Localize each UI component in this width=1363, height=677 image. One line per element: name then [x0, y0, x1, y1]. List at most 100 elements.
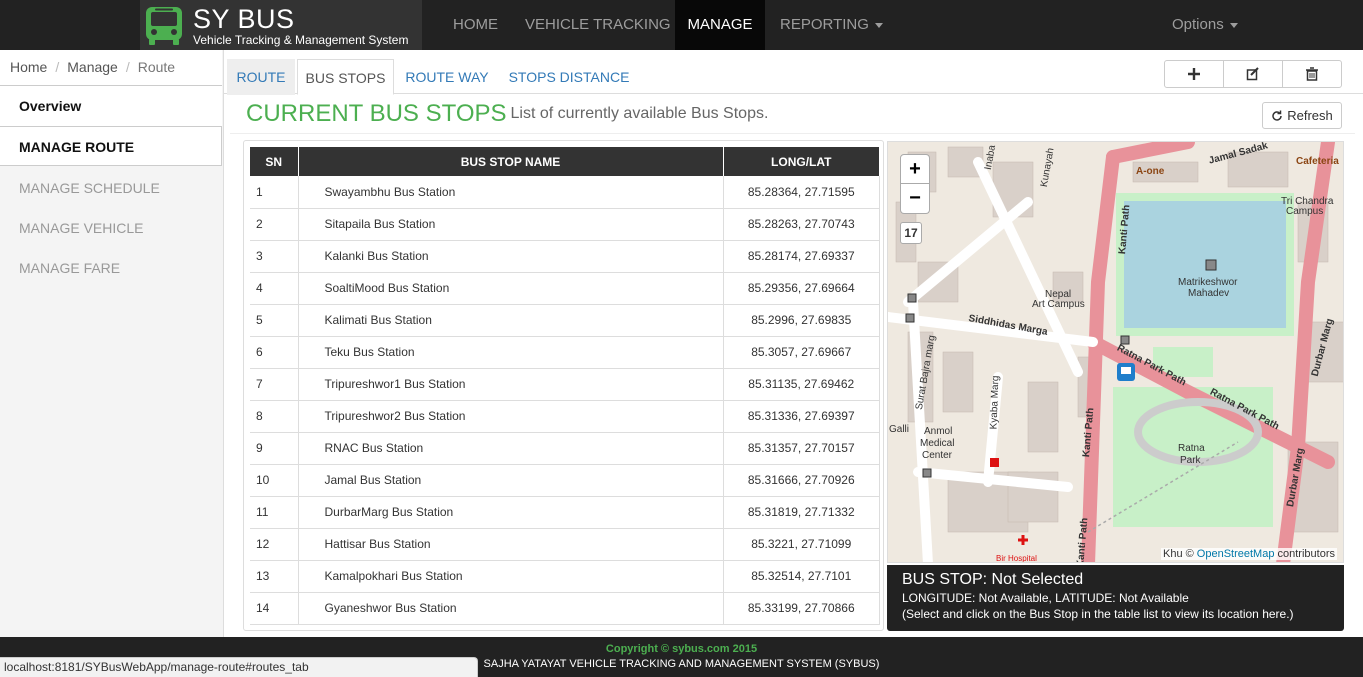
- cell-sn: 1: [250, 176, 299, 209]
- bus-stops-table-panel: SN BUS STOP NAME LONG/LAT 1 Swayambhu Bus…: [243, 140, 884, 631]
- map-label: Kyaba Marg: [988, 375, 1002, 430]
- map-label: Cafeteria: [1296, 156, 1339, 167]
- table-row[interactable]: 13 Kamalpokhari Bus Station 85.32514, 27.7…: [250, 560, 880, 593]
- cell-bus-stop-name: Hattisar Bus Station: [298, 528, 724, 561]
- tab-route-way[interactable]: ROUTE WAY: [404, 59, 490, 95]
- edit-button[interactable]: [1224, 61, 1283, 87]
- refresh-button[interactable]: Refresh: [1262, 102, 1342, 129]
- cell-bus-stop-name: Teku Bus Station: [298, 336, 724, 369]
- cell-sn: 13: [250, 560, 299, 593]
- cell-longlat: 85.2996, 27.69835: [723, 304, 880, 337]
- table-row[interactable]: 3 Kalanki Bus Station 85.28174, 27.69337: [250, 240, 880, 273]
- map-label: Matrikeshwor: [1178, 277, 1238, 288]
- sidebar-item-manage-fare[interactable]: MANAGE FARE: [0, 248, 222, 288]
- table-row[interactable]: 7 Tripureshwor1 Bus Station 85.31135, 27.6…: [250, 368, 880, 401]
- nav-reporting-label: REPORTING: [780, 16, 869, 33]
- cell-sn: 2: [250, 208, 299, 241]
- brand[interactable]: SY BUS Vehicle Tracking & Management Sys…: [140, 0, 422, 50]
- page-title: CURRENT BUS STOPS: [246, 100, 507, 127]
- table-row[interactable]: 4 SoaltiMood Bus Station 85.29356, 27.6966…: [250, 272, 880, 305]
- table-row[interactable]: 14 Gyaneshwor Bus Station 85.33199, 27.708…: [250, 592, 880, 625]
- sidebar-item-manage-vehicle[interactable]: MANAGE VEHICLE: [0, 208, 222, 248]
- cell-sn: 4: [250, 272, 299, 305]
- table-row[interactable]: 11 DurbarMarg Bus Station 85.31819, 27.713…: [250, 496, 880, 529]
- divider: [230, 133, 1355, 134]
- bus-logo-icon: [146, 7, 182, 45]
- browser-status-url: localhost:8181/SYBusWebApp/manage-route#…: [0, 657, 478, 677]
- map-label: Park: [1180, 455, 1201, 466]
- cell-bus-stop-name: Kalimati Bus Station: [298, 304, 724, 337]
- table-row[interactable]: 12 Hattisar Bus Station 85.3221, 27.71099: [250, 528, 880, 561]
- caret-down-icon: [874, 22, 883, 28]
- map-label: Ratna: [1178, 443, 1205, 454]
- edit-icon: [1246, 67, 1259, 81]
- zoom-level-indicator: 17: [900, 222, 922, 244]
- cell-longlat: 85.28174, 27.69337: [723, 240, 880, 273]
- nav-reporting[interactable]: REPORTING: [780, 0, 883, 50]
- table-row[interactable]: 10 Jamal Bus Station 85.31666, 27.70926: [250, 464, 880, 497]
- nav-vehicle-tracking[interactable]: VEHICLE TRACKING: [525, 0, 671, 50]
- column-header-longlat: LONG/LAT: [723, 147, 880, 176]
- table-row[interactable]: 5 Kalimati Bus Station 85.2996, 27.69835: [250, 304, 880, 337]
- column-header-sn: SN: [250, 147, 299, 176]
- cell-bus-stop-name: RNAC Bus Station: [298, 432, 724, 465]
- map-label: Mahadev: [1188, 288, 1230, 299]
- attribution-suffix: contributors: [1277, 548, 1335, 560]
- add-button[interactable]: [1165, 61, 1224, 87]
- sidebar-item-manage-schedule[interactable]: MANAGE SCHEDULE: [0, 168, 222, 208]
- cell-sn: 7: [250, 368, 299, 401]
- top-navbar: SY BUS Vehicle Tracking & Management Sys…: [0, 0, 1363, 50]
- brand-title: SY BUS: [193, 4, 295, 34]
- bus-stop-info-panel: BUS STOP: Not Selected LONGITUDE: Not Av…: [887, 565, 1344, 631]
- cell-longlat: 85.31336, 27.69397: [723, 400, 880, 433]
- cell-longlat: 85.3057, 27.69667: [723, 336, 880, 369]
- cell-bus-stop-name: Kamalpokhari Bus Station: [298, 560, 724, 593]
- cell-longlat: 85.29356, 27.69664: [723, 272, 880, 305]
- selection-hint: (Select and click on the Bus Stop in the…: [902, 607, 1294, 621]
- nav-home[interactable]: HOME: [453, 0, 498, 50]
- openstreetmap-link[interactable]: OpenStreetMap: [1197, 548, 1275, 560]
- tab-stops-distance[interactable]: STOPS DISTANCE: [504, 59, 634, 95]
- cell-sn: 8: [250, 400, 299, 433]
- nav-options[interactable]: Options: [1172, 0, 1238, 50]
- sidebar-item-manage-route[interactable]: MANAGE ROUTE: [0, 126, 222, 166]
- breadcrumb-manage[interactable]: Manage: [67, 59, 118, 75]
- nav-manage[interactable]: MANAGE: [675, 0, 765, 50]
- bus-stops-table: SN BUS STOP NAME LONG/LAT 1 Swayambhu Bus…: [250, 147, 880, 625]
- map-label: Anmol: [924, 426, 953, 437]
- map-view[interactable]: Jamal Sadak Cafeteria A-one Tri Chandra …: [887, 141, 1344, 563]
- map-label: Galli: [889, 424, 910, 435]
- delete-button[interactable]: [1283, 61, 1341, 87]
- action-button-group: [1164, 60, 1342, 88]
- table-row[interactable]: 8 Tripureshwor2 Bus Station 85.31336, 27.6…: [250, 400, 880, 433]
- table-row[interactable]: 1 Swayambhu Bus Station 85.28364, 27.71595: [250, 176, 880, 209]
- cell-longlat: 85.32514, 27.7101: [723, 560, 880, 593]
- selected-bus-stop-title: BUS STOP: Not Selected: [902, 571, 1084, 588]
- breadcrumb: Home / Manage / Route: [0, 50, 222, 86]
- breadcrumb-home[interactable]: Home: [10, 59, 47, 75]
- cell-longlat: 85.31819, 27.71332: [723, 496, 880, 529]
- table-header-row: SN BUS STOP NAME LONG/LAT: [250, 147, 880, 176]
- map-attribution: Khu © OpenStreetMap contributors: [1161, 548, 1337, 560]
- zoom-out-button[interactable]: −: [900, 184, 930, 214]
- sidebar-item-overview[interactable]: Overview: [0, 86, 222, 126]
- cell-sn: 3: [250, 240, 299, 273]
- breadcrumb-separator: /: [125, 59, 130, 75]
- page-heading: CURRENT BUS STOPS List of currently avail…: [246, 100, 768, 128]
- cell-sn: 14: [250, 592, 299, 625]
- cell-bus-stop-name: Tripureshwor2 Bus Station: [298, 400, 724, 433]
- map-label: Art Campus: [1032, 299, 1085, 310]
- tab-bus-stops[interactable]: BUS STOPS: [297, 59, 394, 95]
- cell-sn: 6: [250, 336, 299, 369]
- table-row[interactable]: 9 RNAC Bus Station 85.31357, 27.70157: [250, 432, 880, 465]
- zoom-in-button[interactable]: +: [900, 154, 930, 184]
- map-label: A-one: [1136, 166, 1165, 177]
- table-row[interactable]: 6 Teku Bus Station 85.3057, 27.69667: [250, 336, 880, 369]
- tab-route[interactable]: ROUTE: [227, 59, 295, 95]
- breadcrumb-separator: /: [55, 59, 60, 75]
- cell-bus-stop-name: SoaltiMood Bus Station: [298, 272, 724, 305]
- table-row[interactable]: 2 Sitapaila Bus Station 85.28263, 27.70743: [250, 208, 880, 241]
- breadcrumb-route: Route: [137, 59, 176, 75]
- selected-bus-stop-coords: LONGITUDE: Not Available, LATITUDE: Not …: [902, 591, 1189, 605]
- cell-bus-stop-name: Sitapaila Bus Station: [298, 208, 724, 241]
